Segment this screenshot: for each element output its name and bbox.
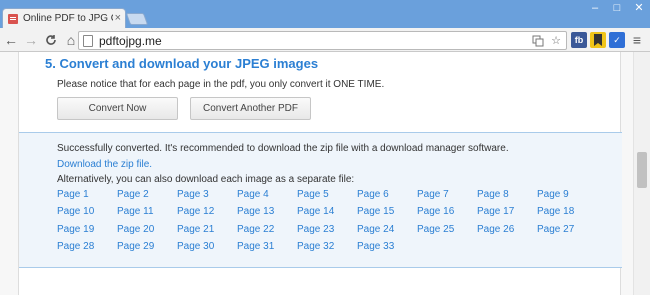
fb-extension-icon[interactable]: fb xyxy=(571,32,587,48)
page-link[interactable]: Page 6 xyxy=(357,189,389,200)
tab-close-icon[interactable]: × xyxy=(115,13,121,24)
page-link[interactable]: Page 4 xyxy=(237,189,269,200)
page-link[interactable]: Page 7 xyxy=(417,189,449,200)
page-link[interactable]: Page 2 xyxy=(117,189,149,200)
translate-icon[interactable] xyxy=(530,33,546,49)
page-link[interactable]: Page 9 xyxy=(537,189,569,200)
reload-button[interactable] xyxy=(42,31,60,49)
reload-icon xyxy=(46,34,56,45)
page-link[interactable]: Page 21 xyxy=(177,224,214,235)
page-link[interactable]: Page 28 xyxy=(57,241,94,252)
pdf-favicon-icon xyxy=(8,13,18,24)
page-link[interactable]: Page 16 xyxy=(417,206,454,217)
url-text[interactable]: pdftojpg.me xyxy=(99,34,530,48)
page-link[interactable]: Page 22 xyxy=(237,224,274,235)
tab-title: Online PDF to JPG Conve xyxy=(23,13,113,24)
page-link[interactable]: Page 25 xyxy=(417,224,454,235)
new-tab-button[interactable] xyxy=(125,13,149,25)
minimize-button[interactable]: – xyxy=(588,2,602,14)
section-title: 5. Convert and download your JPEG images xyxy=(45,56,319,71)
page-link[interactable]: Page 23 xyxy=(297,224,334,235)
check-extension-icon[interactable]: ✓ xyxy=(609,32,625,48)
close-window-button[interactable]: ✕ xyxy=(632,2,646,14)
page-content: 5. Convert and download your JPEG images… xyxy=(18,52,622,295)
bookmark-star-icon[interactable]: ☆ xyxy=(548,33,564,49)
address-bar[interactable]: pdftojpg.me ☆ xyxy=(78,31,567,50)
page-link[interactable]: Page 3 xyxy=(177,189,209,200)
browser-toolbar: ← → ⌂ pdftojpg.me ☆ fb ✓ ≡ xyxy=(0,28,650,52)
page-link[interactable]: Page 33 xyxy=(357,241,394,252)
download-zip-link[interactable]: Download the zip file. xyxy=(57,159,152,170)
page-link[interactable]: Page 29 xyxy=(117,241,154,252)
convert-another-button[interactable]: Convert Another PDF xyxy=(190,97,311,120)
page-link[interactable]: Page 20 xyxy=(117,224,154,235)
convert-now-button[interactable]: Convert Now xyxy=(57,97,178,120)
window-controls: – □ ✕ xyxy=(588,2,646,14)
tab-strip: Online PDF to JPG Conve × – □ ✕ xyxy=(0,0,650,28)
forward-button[interactable]: → xyxy=(22,31,40,49)
page-link[interactable]: Page 31 xyxy=(237,241,274,252)
back-button[interactable]: ← xyxy=(2,31,20,49)
page-link[interactable]: Page 32 xyxy=(297,241,334,252)
page-link[interactable]: Page 11 xyxy=(117,206,154,217)
result-panel: Successfully converted. It's recommended… xyxy=(19,132,622,268)
page-viewport: 5. Convert and download your JPEG images… xyxy=(0,52,650,295)
browser-tab[interactable]: Online PDF to JPG Conve × xyxy=(2,8,126,28)
page-link[interactable]: Page 30 xyxy=(177,241,214,252)
maximize-button[interactable]: □ xyxy=(610,2,624,14)
page-link[interactable]: Page 17 xyxy=(477,206,514,217)
page-link[interactable]: Page 12 xyxy=(177,206,214,217)
page-link[interactable]: Page 24 xyxy=(357,224,394,235)
page-link[interactable]: Page 5 xyxy=(297,189,329,200)
page-link[interactable]: Page 1 xyxy=(57,189,89,200)
page-link[interactable]: Page 26 xyxy=(477,224,514,235)
page-link[interactable]: Page 19 xyxy=(57,224,94,235)
page-link[interactable]: Page 8 xyxy=(477,189,509,200)
notice-text: Please notice that for each page in the … xyxy=(57,79,385,90)
page-link[interactable]: Page 15 xyxy=(357,206,394,217)
menu-icon[interactable]: ≡ xyxy=(629,32,645,48)
alternative-text: Alternatively, you can also download eac… xyxy=(57,174,355,185)
page-link[interactable]: Page 14 xyxy=(297,206,334,217)
page-link[interactable]: Page 27 xyxy=(537,224,574,235)
success-message: Successfully converted. It's recommended… xyxy=(57,143,509,154)
vertical-scrollbar[interactable] xyxy=(633,52,650,295)
page-icon xyxy=(83,34,93,47)
page-link[interactable]: Page 18 xyxy=(537,206,574,217)
scrollbar-thumb[interactable] xyxy=(637,152,647,188)
bookmark-extension-icon[interactable] xyxy=(590,32,606,48)
page-link[interactable]: Page 10 xyxy=(57,206,94,217)
page-link[interactable]: Page 13 xyxy=(237,206,274,217)
